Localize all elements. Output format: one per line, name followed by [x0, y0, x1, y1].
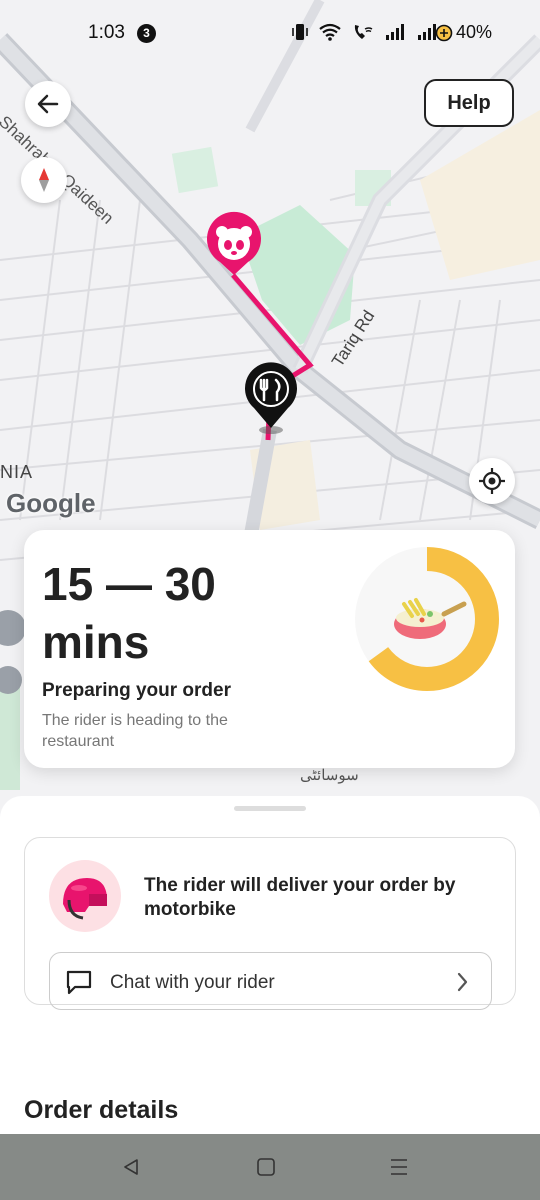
locate-me-button[interactable] — [469, 458, 515, 504]
system-nav-bar — [0, 1134, 540, 1200]
battery-level: 40% — [456, 22, 493, 42]
chat-bubble-icon — [66, 970, 92, 995]
chat-with-rider-button[interactable]: Chat with your rider — [49, 952, 492, 1010]
status-time: 1:03 — [88, 22, 125, 43]
vibrate-icon — [292, 24, 308, 40]
nav-home-icon[interactable] — [256, 1157, 276, 1177]
wifi-icon — [319, 23, 341, 41]
compass-button[interactable] — [21, 157, 67, 203]
sheet-drag-handle[interactable] — [234, 806, 306, 811]
order-status-subtitle: The rider is heading to the restaurant — [42, 712, 228, 750]
back-arrow-icon — [37, 94, 59, 114]
bottom-sheet[interactable]: The rider will deliver your order by mot… — [0, 796, 540, 1136]
wifi-calling-icon — [354, 25, 373, 39]
rider-message: The rider will deliver your order by mot… — [144, 875, 456, 920]
nav-back-icon[interactable] — [121, 1157, 141, 1177]
area-label: NIA — [0, 462, 34, 482]
compass-icon — [39, 168, 49, 192]
nav-recents-icon[interactable] — [389, 1157, 409, 1177]
helmet-avatar — [49, 860, 121, 932]
help-button[interactable]: Help — [424, 79, 514, 127]
chat-button-label: Chat with your rider — [110, 972, 275, 993]
order-progress-ring — [355, 547, 499, 691]
battery-saver-icon — [435, 24, 453, 42]
eta-range: 15 — 30 — [42, 558, 216, 610]
urdu-label: سوسائٹی — [300, 767, 359, 784]
chevron-right-icon — [457, 972, 468, 992]
status-icons — [292, 22, 438, 42]
crosshair-icon — [479, 468, 505, 494]
order-status-title: Preparing your order — [42, 680, 231, 701]
eta-unit: mins — [42, 616, 150, 668]
google-logo: Google — [6, 488, 96, 518]
notification-badge: 3 — [137, 24, 156, 43]
status-bar: 1:03 3 40% — [0, 0, 540, 68]
eta-card: 15 — 30 mins Preparing your order The ri… — [24, 530, 515, 768]
signal-icon-1 — [386, 24, 404, 40]
rider-card: The rider will deliver your order by mot… — [24, 837, 516, 1010]
back-button[interactable] — [25, 81, 71, 127]
helmet-icon — [63, 878, 107, 920]
order-details-heading: Order details — [24, 1096, 179, 1124]
